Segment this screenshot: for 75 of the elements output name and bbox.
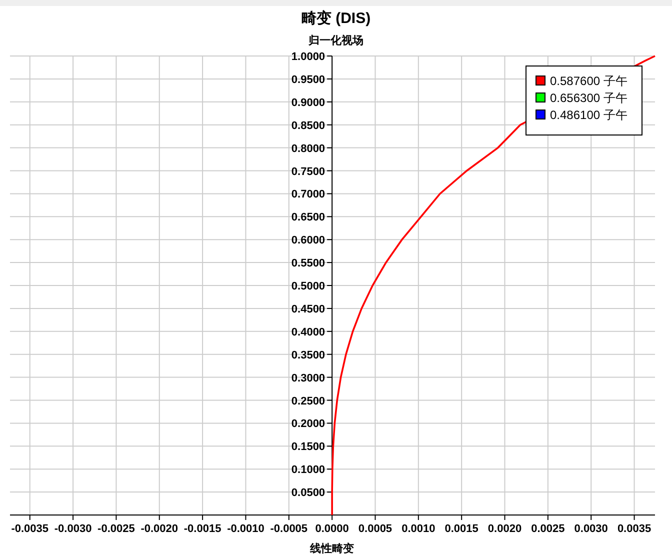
tick-mark	[547, 514, 548, 520]
tick-mark	[326, 262, 333, 264]
tick-label: 0.2000	[291, 418, 326, 430]
tick-label: 0.0025	[531, 523, 565, 535]
tick-mark	[326, 239, 333, 240]
tick-mark	[326, 101, 333, 102]
tick-label: 1.0000	[291, 51, 326, 63]
tick-mark	[29, 514, 30, 520]
tick-mark	[326, 193, 333, 194]
tick-mark	[590, 514, 592, 520]
tick-label: 0.2500	[291, 395, 326, 408]
tick-mark	[72, 514, 74, 520]
tick-label: 0.0035	[617, 523, 652, 535]
legend-label: 0.587600 子午	[550, 74, 628, 88]
tick-label: 0.0030	[574, 523, 608, 535]
tick-mark	[332, 514, 333, 520]
tick-label: 0.9000	[291, 96, 326, 109]
tick-mark	[504, 514, 506, 520]
tick-label: 0.0500	[291, 487, 326, 500]
tick-label: 0.7500	[291, 166, 326, 178]
tick-label: 0.8500	[291, 120, 326, 132]
tick-mark	[326, 354, 333, 355]
tick-label: 0.6500	[291, 212, 326, 224]
legend-label: 0.656300 子午	[550, 91, 628, 105]
tick-label: 0.1500	[291, 441, 326, 454]
tick-mark	[326, 422, 333, 424]
tick-label: -0.0005	[270, 523, 308, 535]
tick-label: 0.1000	[291, 464, 326, 476]
tick-mark	[634, 514, 635, 520]
tick-mark	[326, 124, 333, 126]
tick-label: -0.0025	[98, 523, 135, 535]
tick-label: 0.8000	[291, 142, 326, 155]
legend-label: 0.486100 子午	[550, 108, 628, 122]
tick-label: 0.3500	[291, 349, 326, 362]
chart-title: 畸变 (DIS)	[301, 8, 371, 28]
tick-mark	[326, 492, 333, 493]
tick-mark	[326, 446, 333, 447]
x-axis-title: 线性畸变	[310, 543, 354, 554]
tick-label: 0.6000	[291, 234, 326, 247]
tick-label: 0.0000	[315, 523, 349, 535]
tick-label: 0.3000	[291, 372, 326, 384]
tick-label: 0.7000	[291, 188, 326, 201]
tick-label: -0.0030	[54, 523, 92, 535]
tick-label: 0.0010	[402, 523, 436, 535]
tick-label: 0.4000	[291, 326, 326, 338]
tick-mark	[326, 376, 333, 378]
tick-label: 0.0005	[358, 523, 392, 535]
tick-label: -0.0010	[227, 523, 264, 535]
tick-label: 0.9500	[291, 74, 326, 86]
tick-label: 0.0015	[444, 523, 478, 535]
tick-mark	[326, 285, 333, 286]
tick-mark	[461, 514, 462, 520]
tick-mark	[288, 514, 290, 520]
tick-mark	[326, 147, 333, 148]
tick-label: 0.4500	[291, 303, 326, 316]
tick-label: -0.0035	[11, 523, 49, 535]
tick-mark	[326, 330, 333, 332]
tick-mark	[374, 514, 376, 520]
tick-mark	[202, 514, 204, 520]
tick-mark	[158, 514, 160, 520]
tick-mark	[245, 514, 246, 520]
tick-mark	[326, 216, 333, 218]
tick-mark	[326, 170, 333, 172]
y-axis-title: 归一化视场	[308, 34, 364, 48]
tick-label: 0.0020	[488, 523, 522, 535]
tick-mark	[326, 468, 333, 470]
tick-mark	[326, 308, 333, 309]
tick-label: 0.5000	[291, 280, 326, 292]
tick-label: -0.0020	[140, 523, 178, 535]
tick-label: 0.5500	[291, 258, 326, 270]
tick-mark	[418, 514, 419, 520]
tick-label: -0.0015	[184, 523, 222, 535]
tick-mark	[326, 400, 333, 401]
tick-mark	[326, 78, 333, 80]
tick-mark	[116, 514, 117, 520]
